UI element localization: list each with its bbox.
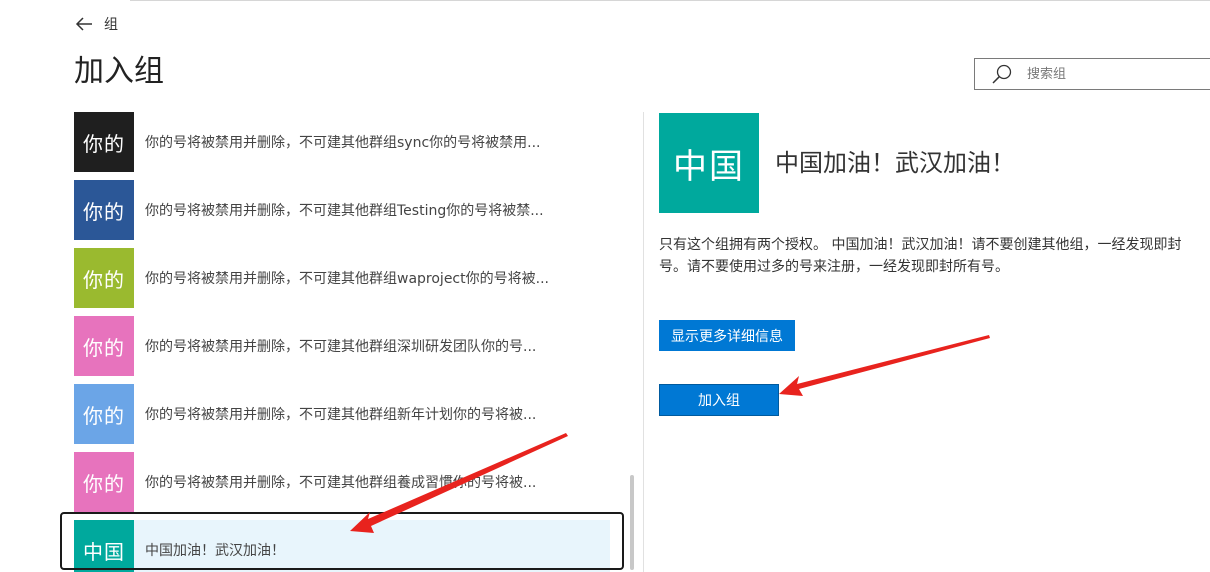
back-link-label: 组 [104, 17, 118, 33]
group-avatar: 中国 [74, 520, 134, 572]
show-more-details-button[interactable]: 显示更多详细信息 [659, 320, 795, 351]
detail-description: 只有这个组拥有两个授权。 中国加油！武汉加油！请不要创建其他组，一经发现即封号。… [659, 237, 1182, 275]
back-link[interactable]: 组 [74, 14, 118, 34]
group-list-item[interactable]: 你的 你的号将被禁用并删除，不可建其他群组新年计划你的号将被... [74, 384, 614, 444]
annotation-arrow-join [779, 335, 990, 396]
search-input[interactable] [1025, 65, 1199, 83]
group-description: 你的号将被禁用并删除，不可建其他群组新年计划你的号将被... [145, 407, 537, 423]
detail-group-name: 中国加油！武汉加油！ [775, 149, 1015, 177]
join-group-page: 组 加入组 你的你的号将被禁用并删除，不可建其他群组sync你的号将被禁用...… [0, 0, 1210, 572]
arrow-left-icon [75, 17, 92, 31]
panel-divider [643, 112, 644, 572]
search-icon [992, 64, 1012, 84]
group-description: 你的号将被禁用并删除，不可建其他群组Testing你的号将被禁... [145, 203, 544, 219]
group-list-item[interactable]: 你的 你的号将被禁用并删除，不可建其他群组深圳研发团队你的号... [74, 316, 614, 376]
group-avatar: 你的 [74, 112, 134, 172]
group-list-item[interactable]: 你的 你的号将被禁用并删除，不可建其他群组養成習慣你的号将被... [74, 452, 614, 512]
group-description: 你的号将被禁用并删除，不可建其他群组深圳研发团队你的号... [145, 339, 537, 355]
group-description: 你的号将被禁用并删除，不可建其他群组waproject你的号将被... [145, 271, 549, 287]
group-description: 你的号将被禁用并删除，不可建其他群组養成習慣你的号将被... [145, 475, 537, 491]
top-divider [130, 0, 1210, 1]
detail-avatar: 中国 [659, 113, 759, 213]
group-list-item[interactable]: 你的 你的号将被禁用并删除，不可建其他群组waproject你的号将被... [74, 248, 614, 308]
group-description: 你的号将被禁用并删除，不可建其他群组sync你的号将被禁用... [145, 135, 541, 151]
group-list-item[interactable]: 你的 你的号将被禁用并删除，不可建其他群组sync你的号将被禁用... [74, 112, 614, 172]
group-list-item[interactable]: 你的 你的号将被禁用并删除，不可建其他群组Testing你的号将被禁... [74, 180, 614, 240]
group-avatar: 你的 [74, 452, 134, 512]
group-avatar: 你的 [74, 384, 134, 444]
join-group-button[interactable]: 加入组 [659, 384, 779, 416]
search-box[interactable] [974, 58, 1210, 90]
group-description: 中国加油！武汉加油！ [145, 543, 285, 559]
list-scrollbar[interactable] [630, 475, 634, 570]
page-title: 加入组 [74, 54, 164, 89]
group-avatar: 你的 [74, 316, 134, 376]
group-list-item[interactable]: 中国 中国加油！武汉加油！ [74, 520, 610, 572]
group-list: 你的 你的号将被禁用并删除，不可建其他群组sync你的号将被禁用... 你的 你的号将… [74, 112, 614, 572]
group-avatar: 你的 [74, 248, 134, 308]
group-avatar: 你的 [74, 180, 134, 240]
